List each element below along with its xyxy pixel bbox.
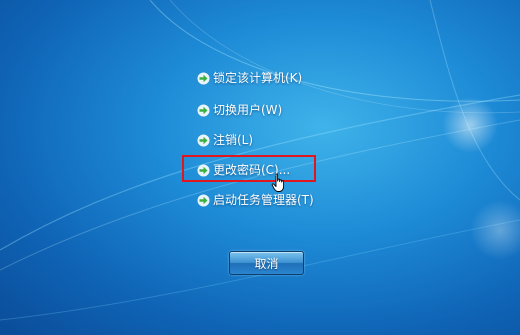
menu-item-start-task-manager[interactable]: 启动任务管理器(T)	[197, 190, 314, 210]
green-arrow-icon	[197, 134, 210, 146]
highlight-annotation-box	[182, 155, 316, 182]
menu-item-lock-computer[interactable]: 锁定该计算机(K)	[197, 68, 302, 88]
menu-item-log-off[interactable]: 注销(L)	[197, 130, 253, 150]
green-arrow-icon	[197, 194, 210, 206]
menu-item-switch-user[interactable]: 切换用户(W)	[197, 100, 282, 120]
menu-item-label: 启动任务管理器(T)	[213, 193, 314, 207]
hand-cursor-icon	[271, 173, 285, 192]
security-options-menu: 锁定该计算机(K) 切换用户(W) 注销(L) 更改密码(C)... 启动任务管…	[0, 0, 520, 335]
green-arrow-icon	[197, 72, 210, 84]
green-arrow-icon	[197, 104, 210, 116]
menu-item-label: 锁定该计算机(K)	[213, 71, 303, 85]
cancel-button[interactable]: 取消	[229, 251, 304, 275]
menu-item-label: 注销(L)	[213, 133, 254, 147]
menu-item-label: 切换用户(W)	[213, 103, 283, 117]
